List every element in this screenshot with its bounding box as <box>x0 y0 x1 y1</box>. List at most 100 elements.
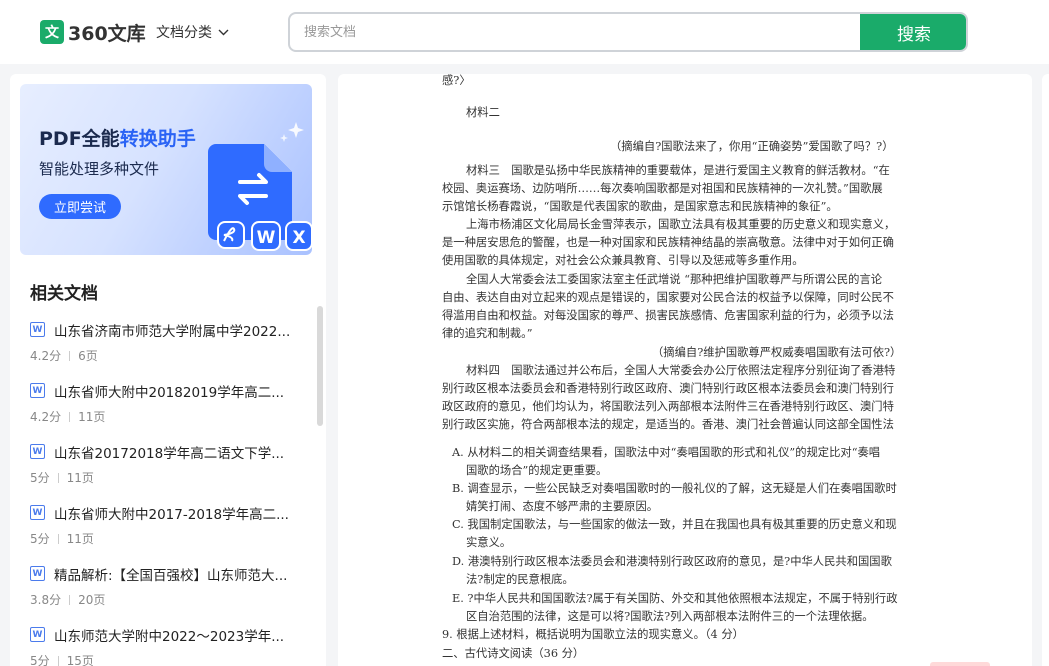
doc-line: 是一种居安思危的警醒，也是一种对国家和民族精神结晶的崇高敬意。法律中对于如何正确 <box>442 236 894 249</box>
doc-line: 律的追究和制裁。” <box>442 327 533 340</box>
doc-line: 法?制定的民意根底。 <box>466 573 574 586</box>
doc-line: 自由、表达自由对立起来的观点是错误的，国家要对公民合法的权益予以保障，同时公民不 <box>442 291 894 304</box>
bottom-floating-tab[interactable] <box>930 662 990 666</box>
doc-score: 5分 <box>30 654 50 666</box>
related-docs-title: 相关文档 <box>30 284 98 304</box>
word-doc-icon: W <box>30 627 45 642</box>
doc-score: 5分 <box>30 532 50 546</box>
right-panel-edge <box>1042 74 1049 666</box>
doc-line: 国歌的场合”的规定更重要。 <box>466 464 608 477</box>
word-doc-icon: W <box>30 505 45 520</box>
doc-score: 4.2分 <box>30 410 62 424</box>
list-item[interactable]: W 山东省师大附中20182019学年高二... 4.2分 11页 <box>30 381 300 442</box>
doc-title[interactable]: 山东师范大学附中2022～2023学年... <box>54 625 300 645</box>
divider <box>57 655 59 666</box>
doc-pages: 15页 <box>66 654 94 666</box>
site-logo[interactable]: 文 360文库 <box>40 19 146 45</box>
divider <box>57 472 59 483</box>
svg-text:X: X <box>292 228 305 248</box>
doc-title[interactable]: 精品解析:【全国百强校】山东师范大... <box>54 564 300 584</box>
related-docs-list: W 山东省济南市师范大学附属中学2022... 4.2分 6页 W 山东省师大附中… <box>30 320 300 666</box>
doc-line: 感?〉 <box>442 74 471 87</box>
list-item[interactable]: W 精品解析:【全国百强校】山东师范大... 3.8分 20页 <box>30 564 300 625</box>
doc-line: 实意义。 <box>466 536 512 549</box>
search-input[interactable] <box>290 14 860 50</box>
doc-line: A. 从材料二的相关调查结果看，国歌法中对“奏唱国歌的形式和礼仪”的规定比对“奏… <box>452 446 881 459</box>
doc-pages: 20页 <box>78 593 106 607</box>
word-doc-icon: W <box>30 444 45 459</box>
search-button[interactable]: 搜索 <box>860 14 966 50</box>
doc-meta: 5分 11页 <box>30 469 94 486</box>
doc-line: 全国人大常委会法工委国家法室主任武增说 “那种把维护国歌尊严与所谓公民的言论 <box>466 273 883 286</box>
promo-title-highlight: 转换助手 <box>119 128 196 150</box>
doc-line: 校园、奥运赛场、边防哨所……每次奏响国歌都是对祖国和民族精神的一次礼赞。”国歌展 <box>442 182 883 195</box>
doc-meta: 3.8分 20页 <box>30 591 105 608</box>
category-label: 文档分类 <box>156 25 212 41</box>
doc-line: B. 调查显示，一些公民缺乏对奏唱国歌时的一般礼仪的了解，这无疑是人们在奏唱国歌… <box>452 482 897 495</box>
doc-line: D. 港澳特别行政区根本法委员会和港澳特别行政区政府的意见，是?中华人民共和国国… <box>452 555 892 568</box>
doc-title[interactable]: 山东省20172018学年高二语文下学... <box>54 442 300 462</box>
doc-line: 别行政区根本法委员会和香港特别行政区政府、澳门特别行政区根本法委员会和澳门特别行 <box>442 382 894 395</box>
sidebar-scrollbar[interactable] <box>317 306 323 426</box>
word-doc-icon: W <box>30 566 45 581</box>
doc-line: 得滥用自由和权益。对每没国家的尊严、损害民族感情、危害国家利益的行为，必须予以法 <box>442 309 894 322</box>
document-viewer[interactable]: 感?〉 材料二 （摘编自?国歌法来了，你用“正确姿势”爱国歌了吗？?） 材料三 … <box>338 74 1032 666</box>
search-bar: 搜索 <box>288 12 968 52</box>
promo-banner[interactable]: PDF全能转换助手 智能处理多种文件 立即尝试 W X <box>20 84 312 255</box>
divider <box>69 350 71 361</box>
doc-line: 材料二 <box>466 106 500 119</box>
doc-line: 材料三 国歌是弘扬中华民族精神的重要载体，是进行爱国主义教育的鲜活教材。“在 <box>466 164 890 177</box>
doc-line: 9. 根据上述材料，概括说明为国歌立法的现实意义。（4 分） <box>442 628 744 641</box>
doc-line: （摘编自?国歌法来了，你用“正确姿势”爱国歌了吗？?） <box>610 140 894 153</box>
doc-meta: 5分 11页 <box>30 530 94 547</box>
word-icon: W <box>251 221 281 251</box>
doc-pages: 11页 <box>66 532 94 546</box>
doc-line: 材料四 国歌法通过并公布后，全国人大常委会办公厅依照法定程序分别征询了香港特 <box>466 364 896 377</box>
promo-title-prefix: PDF全能 <box>39 128 120 150</box>
excel-icon: X <box>285 221 312 251</box>
divider <box>57 533 59 544</box>
logo-mark-icon: 文 <box>40 20 64 44</box>
doc-line: E. ?中华人民共和国国歌法?属于有关国防、外交和其他依照根本法规定，不属于特别… <box>452 592 898 605</box>
doc-meta: 4.2分 6页 <box>30 347 98 364</box>
convert-icon: W X <box>208 122 312 251</box>
doc-pages: 11页 <box>66 471 94 485</box>
doc-title[interactable]: 山东省师大附中2017-2018学年高二... <box>54 503 300 523</box>
doc-title[interactable]: 山东省师大附中20182019学年高二... <box>54 381 300 401</box>
word-doc-icon: W <box>30 383 45 398</box>
doc-line: 使用国歌的具体规定，对社会公众兼具教育、引导以及惩戒等多重作用。 <box>442 254 804 267</box>
doc-line: 区自治范围的法律，这是可以将?国歌法?列入两部根本法附件三的一个法理依据。 <box>466 610 874 623</box>
doc-pages: 11页 <box>78 410 106 424</box>
word-doc-icon: W <box>30 322 45 337</box>
doc-score: 5分 <box>30 471 50 485</box>
left-sidebar: PDF全能转换助手 智能处理多种文件 立即尝试 W X 相关文档 W 山东省济南… <box>10 74 326 666</box>
doc-meta: 4.2分 11页 <box>30 408 105 425</box>
list-item[interactable]: W 山东省20172018学年高二语文下学... 5分 11页 <box>30 442 300 503</box>
list-item[interactable]: W 山东师范大学附中2022～2023学年... 5分 15页 <box>30 625 300 666</box>
logo-text: 360文库 <box>68 22 146 45</box>
doc-title[interactable]: 山东省济南市师范大学附属中学2022... <box>54 320 300 340</box>
list-item[interactable]: W 山东省济南市师范大学附属中学2022... 4.2分 6页 <box>30 320 300 381</box>
chevron-down-icon <box>218 29 229 35</box>
doc-line: 上海市杨浦区文化局局长金雪萍表示，国歌立法具有极其重要的历史意义和现实意义， <box>466 218 896 231</box>
category-dropdown[interactable]: 文档分类 <box>156 22 229 42</box>
doc-score: 3.8分 <box>30 593 62 607</box>
divider <box>69 411 71 422</box>
doc-meta: 5分 15页 <box>30 652 94 666</box>
doc-line: C. 我国制定国歌法，与一些国家的做法一致，并且在我国也具有极其重要的历史意义和… <box>452 518 897 531</box>
doc-line: 二、古代诗文阅读（36 分） <box>442 647 585 660</box>
doc-pages: 6页 <box>78 349 98 363</box>
doc-line: 别行政区实施，符合两部根本法的规定，是适当的。香港、澳门社会普遍认同这部全国性法 <box>442 418 894 431</box>
doc-line: （摘编自?维护国歌尊严权威奏唱国歌有法可依?） <box>652 346 902 359</box>
doc-line: 示馆馆长杨春霞说，“国歌是代表国家的歌曲，是国家意志和民族精神的象征”。 <box>442 200 838 213</box>
promo-subtitle: 智能处理多种文件 <box>39 160 160 178</box>
doc-line: 政区政府的意见，他们均认为，将国歌法列入两部根本法附件三在香港特别行政区、澳门特 <box>442 400 894 413</box>
svg-text:W: W <box>257 228 276 248</box>
doc-score: 4.2分 <box>30 349 62 363</box>
doc-line: 婧笑打闹、态度不够严肃的主要原因。 <box>466 500 659 513</box>
list-item[interactable]: W 山东省师大附中2017-2018学年高二... 5分 11页 <box>30 503 300 564</box>
promo-title: PDF全能转换助手 <box>39 124 196 151</box>
top-header: 文 360文库 文档分类 搜索 <box>0 0 1049 64</box>
try-now-button[interactable]: 立即尝试 <box>39 194 121 219</box>
divider <box>69 594 71 605</box>
